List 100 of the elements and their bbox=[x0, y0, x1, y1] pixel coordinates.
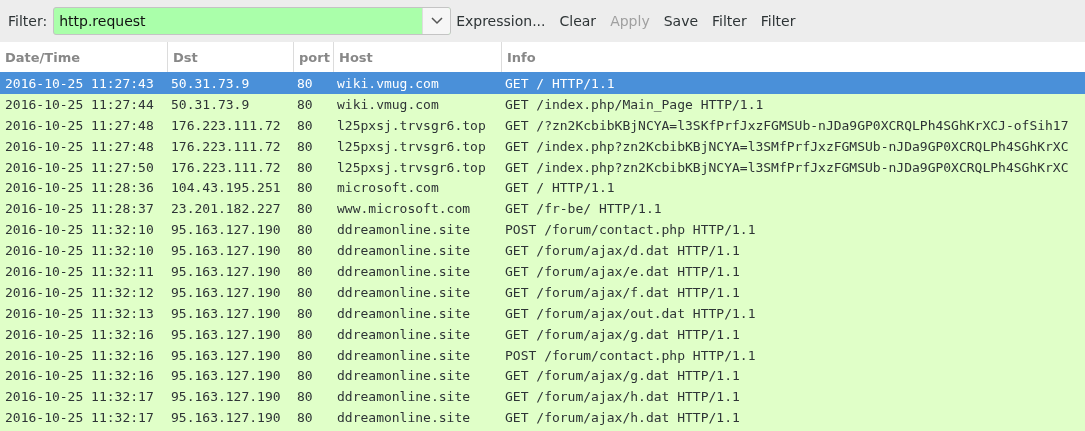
table-cell-text: 95.163.127.190 bbox=[170, 410, 282, 426]
table-cell-text: 2016-10-25 11:32:16 bbox=[4, 326, 155, 342]
table-cell-text: GET /forum/ajax/d.dat HTTP/1.1 bbox=[504, 243, 741, 259]
table-cell-text: GET /forum/ajax/out.dat HTTP/1.1 bbox=[504, 305, 757, 321]
table-cell-text: GET / HTTP/1.1 bbox=[504, 75, 616, 91]
toolbar-button[interactable]: Filter bbox=[753, 13, 803, 29]
packet-row[interactable]: 2016-10-25 11:32:16 95.163.127.190 80 ddreamonline.site GET /forum/ajax/g.dat HTTP/1.1 bbox=[0, 323, 1085, 345]
column-header[interactable]: Dst bbox=[167, 42, 293, 72]
table-cell-text: 2016-10-25 11:27:44 bbox=[4, 96, 155, 112]
table-cell-text: 80 bbox=[296, 138, 314, 154]
table-cell-text: 95.163.127.190 bbox=[170, 368, 282, 384]
table-cell-text: GET /forum/ajax/g.dat HTTP/1.1 bbox=[504, 326, 741, 342]
table-cell-text: l25pxsj.trvsgr6.top bbox=[336, 159, 487, 175]
toolbar-button[interactable]: Filter bbox=[705, 13, 754, 29]
table-cell-text: 80 bbox=[296, 263, 314, 279]
table-cell-text: POST /forum/contact.php HTTP/1.1 bbox=[504, 347, 757, 363]
table-cell-text: 2016-10-25 11:28:37 bbox=[4, 201, 155, 217]
table-cell-text: POST /forum/contact.php HTTP/1.1 bbox=[504, 222, 757, 238]
table-cell-text: 95.163.127.190 bbox=[170, 305, 282, 321]
table-cell-text: GET /forum/ajax/h.dat HTTP/1.1 bbox=[504, 410, 741, 426]
table-cell-text: l25pxsj.trvsgr6.top bbox=[336, 138, 487, 154]
table-cell-text: 50.31.73.9 bbox=[170, 96, 251, 112]
column-header[interactable]: port bbox=[293, 42, 333, 72]
packet-row[interactable]: 2016-10-25 11:32:13 95.163.127.190 80 ddreamonline.site GET /forum/ajax/out.dat HTTP/1.1 bbox=[0, 302, 1085, 324]
table-cell-text: GET /forum/ajax/f.dat HTTP/1.1 bbox=[504, 284, 741, 300]
table-cell-text: 95.163.127.190 bbox=[170, 347, 282, 363]
table-cell-text: ddreamonline.site bbox=[336, 389, 472, 405]
table-cell-text: 80 bbox=[296, 75, 314, 91]
table-cell-text: ddreamonline.site bbox=[336, 326, 472, 342]
toolbar-button[interactable]: Clear bbox=[552, 13, 604, 29]
table-cell-text: 80 bbox=[296, 284, 314, 300]
table-cell-text: ddreamonline.site bbox=[336, 284, 472, 300]
packet-row[interactable]: 2016-10-25 11:32:17 95.163.127.190 80 ddreamonline.site GET /forum/ajax/h.dat HTTP/1.1 bbox=[0, 407, 1085, 429]
filter-field[interactable]: http.request bbox=[53, 7, 452, 35]
table-cell-text: 2016-10-25 11:32:11 bbox=[4, 263, 155, 279]
table-cell-text: l25pxsj.trvsgr6.top bbox=[336, 117, 487, 133]
table-cell-text: 80 bbox=[296, 159, 314, 175]
toolbar-button[interactable]: Save bbox=[656, 13, 706, 29]
table-cell-text: 80 bbox=[296, 117, 314, 133]
table-cell-text: ddreamonline.site bbox=[336, 263, 472, 279]
table-cell-text: 104.43.195.251 bbox=[170, 180, 282, 196]
filter-label: Filter: bbox=[8, 13, 48, 29]
table-cell-text: GET /?zn2KcbibKBjNCYA=l3SKfPrfJxzFGMSUb-nJDa9GP0XCRQLPh4SGhKrXCJ-ofSih17 bbox=[504, 117, 1070, 133]
table-cell-text: 80 bbox=[296, 180, 314, 196]
table-cell-text: 80 bbox=[296, 243, 314, 259]
table-cell-text: wiki.vmug.com bbox=[336, 75, 440, 91]
table-cell-text: 176.223.111.72 bbox=[170, 117, 282, 133]
packet-row[interactable]: 2016-10-25 11:32:10 95.163.127.190 80 ddreamonline.site GET /forum/ajax/d.dat HTTP/1.1 bbox=[0, 240, 1085, 261]
table-cell-text: ddreamonline.site bbox=[336, 243, 472, 259]
table-cell-text: 2016-10-25 11:32:17 bbox=[4, 389, 155, 405]
table-cell-text: ddreamonline.site bbox=[336, 368, 472, 384]
table-cell-text: GET /index.php/Main_Page HTTP/1.1 bbox=[504, 96, 765, 112]
packet-row[interactable]: 2016-10-25 11:32:11 95.163.127.190 80 ddreamonline.site GET /forum/ajax/e.dat HTTP/1.1 bbox=[0, 261, 1085, 282]
table-cell-text: GET /index.php?zn2KcbibKBjNCYA=l3SMfPrfJxzFGMSUb-nJDa9GP0XCRQLPh4SGhKrXC bbox=[504, 138, 1070, 154]
table-cell-text: 50.31.73.9 bbox=[170, 75, 251, 91]
table-cell-text: 2016-10-25 11:32:10 bbox=[4, 222, 155, 238]
table-cell-text: 2016-10-25 11:28:36 bbox=[4, 180, 155, 196]
table-cell-text: ddreamonline.site bbox=[336, 410, 472, 426]
table-cell-text: GET /fr-be/ HTTP/1.1 bbox=[504, 201, 663, 217]
packet-row[interactable]: 2016-10-25 11:32:10 95.163.127.190 80 ddreamonline.site POST /forum/contact.php HTTP/1.1 bbox=[0, 219, 1085, 241]
table-cell-text: 80 bbox=[296, 201, 314, 217]
packet-row[interactable]: 2016-10-25 11:32:17 95.163.127.190 80 ddreamonline.site GET /forum/ajax/h.dat HTTP/1.1 bbox=[0, 386, 1085, 408]
table-cell-text: 95.163.127.190 bbox=[170, 222, 282, 238]
table-cell-text: 2016-10-25 11:32:16 bbox=[4, 347, 155, 363]
column-header[interactable]: Info bbox=[501, 42, 1085, 72]
table-cell-text: 80 bbox=[296, 96, 314, 112]
table-cell-text: 80 bbox=[296, 368, 314, 384]
packet-row[interactable]: 2016-10-25 11:27:48 176.223.111.72 80 l25pxsj.trvsgr6.top GET /index.php?zn2KcbibKBjNCYA=l3SMfPrfJxzFGMSUb-nJDa9GP0XCRQLPh4SGhKrXC bbox=[0, 135, 1085, 157]
table-cell-text: 80 bbox=[296, 305, 314, 321]
table-cell-text: 2016-10-25 11:27:50 bbox=[4, 159, 155, 175]
table-cell-text: 95.163.127.190 bbox=[170, 389, 282, 405]
table-cell-text: GET /forum/ajax/h.dat HTTP/1.1 bbox=[504, 389, 741, 405]
table-cell-text: 2016-10-25 11:27:48 bbox=[4, 138, 155, 154]
packet-row[interactable]: 2016-10-25 11:27:50 176.223.111.72 80 l25pxsj.trvsgr6.top GET /index.php?zn2KcbibKBjNCYA=l3SMfPrfJxzFGMSUb-nJDa9GP0XCRQLPh4SGhKrXC bbox=[0, 156, 1085, 178]
packet-row[interactable]: 2016-10-25 11:27:44 50.31.73.9 80 wiki.vmug.com GET /index.php/Main_Page HTTP/1.1 bbox=[0, 93, 1085, 115]
packet-row[interactable]: 2016-10-25 11:32:16 95.163.127.190 80 ddreamonline.site POST /forum/contact.php HTTP/1.1 bbox=[0, 344, 1085, 366]
packet-row[interactable]: 2016-10-25 11:28:37 23.201.182.227 80 www.microsoft.com GET /fr-be/ HTTP/1.1 bbox=[0, 198, 1085, 220]
table-cell-text: 95.163.127.190 bbox=[170, 263, 282, 279]
table-cell-text: 95.163.127.190 bbox=[170, 284, 282, 300]
toolbar-button[interactable]: Expression... bbox=[451, 13, 553, 29]
packet-row[interactable]: 2016-10-25 11:27:48 176.223.111.72 80 l25pxsj.trvsgr6.top GET /?zn2KcbibKBjNCYA=l3SKfPrfJxzFGMSUb-nJDa9GP0XCRQLPh4SGhKrXCJ-ofSih17 bbox=[0, 114, 1085, 136]
column-header[interactable]: Host bbox=[333, 42, 501, 72]
packet-row[interactable]: 2016-10-25 11:28:36 104.43.195.251 80 microsoft.com GET / HTTP/1.1 bbox=[0, 177, 1085, 199]
table-cell-text: 2016-10-25 11:32:12 bbox=[4, 284, 155, 300]
table-cell-text: 23.201.182.227 bbox=[170, 201, 282, 217]
table-cell-text: 2016-10-25 11:32:17 bbox=[4, 410, 155, 426]
table-cell-text: ddreamonline.site bbox=[336, 347, 472, 363]
table-cell-text: 95.163.127.190 bbox=[170, 243, 282, 259]
column-header[interactable]: Date/Time bbox=[0, 42, 167, 72]
table-cell-text: 80 bbox=[296, 389, 314, 405]
table-cell-text: 80 bbox=[296, 410, 314, 426]
table-cell-text: ddreamonline.site bbox=[336, 222, 472, 238]
packet-row[interactable]: 2016-10-25 11:32:12 95.163.127.190 80 ddreamonline.site GET /forum/ajax/f.dat HTTP/1.1 bbox=[0, 281, 1085, 303]
table-cell-text: GET /forum/ajax/e.dat HTTP/1.1 bbox=[504, 263, 741, 279]
table-cell-text: wiki.vmug.com bbox=[336, 96, 440, 112]
packet-row[interactable]: 2016-10-25 11:32:16 95.163.127.190 80 ddreamonline.site GET /forum/ajax/g.dat HTTP/1.1 bbox=[0, 365, 1085, 387]
table-cell-text: 2016-10-25 11:32:10 bbox=[4, 243, 155, 259]
table-cell-text: GET /forum/ajax/g.dat HTTP/1.1 bbox=[504, 368, 741, 384]
table-cell-text: 2016-10-25 11:27:43 bbox=[4, 75, 155, 91]
table-cell-text: 80 bbox=[296, 222, 314, 238]
